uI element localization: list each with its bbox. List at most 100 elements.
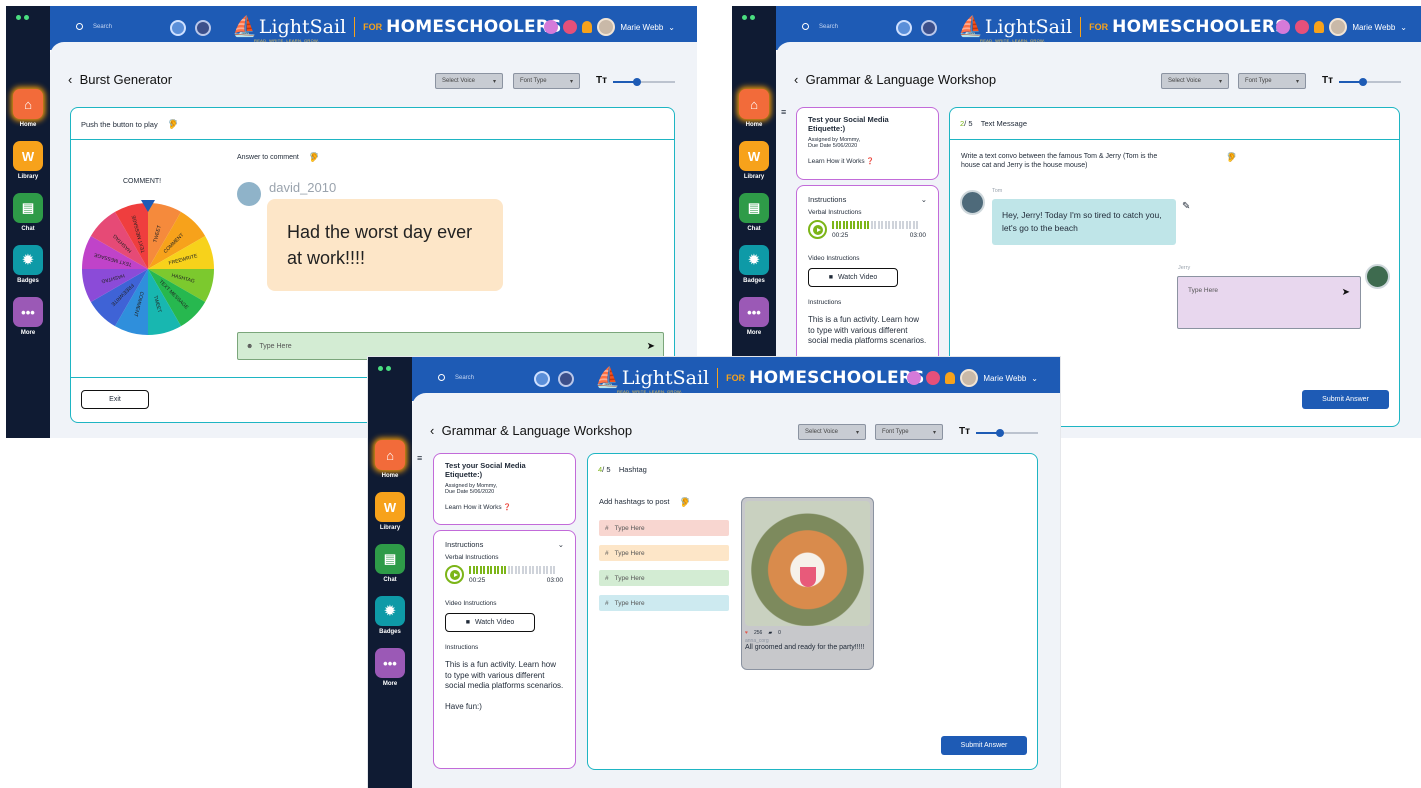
reply-input[interactable]: ☻ Type Here ➤ (237, 332, 664, 360)
book-icon[interactable] (907, 371, 922, 385)
menu-icon[interactable] (921, 20, 937, 36)
globe-icon[interactable] (170, 20, 186, 36)
text-size-slider[interactable] (613, 78, 675, 86)
chat-icon: ▤ (375, 544, 405, 574)
heart-icon[interactable]: ♥ (745, 630, 748, 636)
submit-answer-button[interactable]: Submit Answer (941, 736, 1027, 755)
ear-icon[interactable]: 🦻 (679, 497, 690, 508)
nav-badges[interactable]: ✹ Badges (373, 596, 407, 635)
audio-waveform[interactable] (832, 220, 926, 229)
nav-more[interactable]: ••• More (11, 297, 45, 336)
hashtag-input[interactable]: # Type Here (599, 520, 729, 536)
page-title-text: Grammar & Language Workshop (805, 72, 997, 87)
search-input[interactable]: Search (802, 23, 838, 30)
audio-waveform[interactable] (469, 565, 563, 574)
send-icon[interactable]: ➤ (647, 341, 655, 352)
stats-icon[interactable] (563, 20, 578, 34)
instructions-toggle[interactable]: Instructions ⌄ (808, 195, 927, 204)
select-voice-dropdown[interactable]: Select Voice ▾ (1161, 73, 1229, 89)
book-icon[interactable] (1276, 20, 1291, 34)
bell-icon[interactable] (1314, 21, 1325, 33)
nav-chat[interactable]: ▤ Chat (373, 544, 407, 583)
collapse-icon[interactable]: ≡ (781, 107, 786, 117)
slider-knob[interactable] (1359, 78, 1367, 86)
user-menu[interactable]: Marie Webb ⌄ (907, 369, 1038, 387)
nav-badges[interactable]: ✹ Badges (737, 245, 771, 284)
nav-home[interactable]: ⌂ Home (11, 89, 45, 128)
learn-link[interactable]: Learn How it Works ❓ (445, 503, 564, 511)
instructions-toggle[interactable]: Instructions ⌄ (445, 540, 564, 549)
learn-link[interactable]: Learn How it Works ❓ (808, 157, 927, 165)
reply-input[interactable]: Type Here ➤ (1177, 276, 1361, 329)
book-icon[interactable] (544, 20, 559, 34)
verbal-label: Verbal Instructions (445, 554, 499, 561)
user-menu[interactable]: Marie Webb ⌄ (1276, 18, 1407, 36)
nav-more[interactable]: ••• More (737, 297, 771, 336)
slider-knob[interactable] (996, 429, 1004, 437)
avatar[interactable] (960, 369, 979, 387)
slider-knob[interactable] (633, 78, 641, 86)
sender-name: Tom (992, 188, 1003, 194)
nav-library[interactable]: W Library (737, 141, 771, 180)
font-type-dropdown[interactable]: Font Type ▾ (1238, 73, 1306, 89)
nav-library[interactable]: W Library (373, 492, 407, 531)
select-voice-dropdown[interactable]: Select Voice ▾ (435, 73, 503, 89)
menu-icon[interactable] (558, 371, 574, 387)
search-input[interactable]: Search (76, 23, 112, 30)
nav-more[interactable]: ••• More (373, 648, 407, 687)
like-count: 256 (753, 630, 763, 636)
chevron-down-icon: ▾ (1295, 78, 1299, 85)
search-icon (802, 23, 809, 30)
ear-icon[interactable]: 🦻 (309, 152, 320, 163)
spin-wheel[interactable]: TWEET COMMENTFREEWRITEHASHTAGTEXT MESSAGE… (79, 200, 217, 338)
collapse-icon[interactable]: ≡ (417, 453, 422, 463)
brand-name: LightSail (984, 15, 1073, 38)
font-type-dropdown[interactable]: Font Type ▾ (875, 424, 943, 440)
play-icon[interactable] (808, 220, 827, 239)
nav-chat[interactable]: ▤ Chat (737, 193, 771, 232)
window-dots (16, 15, 29, 20)
watch-video-button[interactable]: ■ Watch Video (445, 613, 535, 632)
select-voice-label: Select Voice (1168, 78, 1202, 84)
chevron-down-icon: ⌄ (557, 540, 564, 549)
play-icon[interactable] (445, 565, 464, 584)
hashtag-input[interactable]: # Type Here (599, 545, 729, 561)
stats-icon[interactable] (926, 371, 941, 385)
send-icon[interactable]: ➤ (1342, 287, 1350, 318)
bell-icon[interactable] (582, 21, 593, 33)
submit-answer-button[interactable]: Submit Answer (1302, 390, 1389, 409)
back-icon[interactable]: ‹ (68, 72, 72, 87)
search-input[interactable]: Search (438, 374, 474, 381)
text-size-icon: Tт (1322, 75, 1334, 86)
nav-home[interactable]: ⌂ Home (737, 89, 771, 128)
pencil-icon[interactable]: ✎ (1182, 201, 1190, 212)
back-icon[interactable]: ‹ (430, 423, 434, 438)
exit-button[interactable]: Exit (81, 390, 149, 409)
nav-home[interactable]: ⌂ Home (373, 440, 407, 479)
emoji-icon[interactable]: ☻ (246, 343, 253, 350)
reply-placeholder: Type Here (1188, 287, 1218, 294)
hashtag-input[interactable]: # Type Here (599, 595, 729, 611)
chevron-down-icon: ▾ (1218, 78, 1222, 85)
ear-icon[interactable]: 🦻 (168, 119, 179, 130)
comment-icon[interactable]: ▰ (768, 630, 772, 636)
avatar[interactable] (597, 18, 616, 36)
nav-badges[interactable]: ✹ Badges (11, 245, 45, 284)
nav-chat[interactable]: ▤ Chat (11, 193, 45, 232)
bell-icon[interactable] (945, 372, 956, 384)
globe-icon[interactable] (534, 371, 550, 387)
menu-icon[interactable] (195, 20, 211, 36)
stats-icon[interactable] (1295, 20, 1310, 34)
user-menu[interactable]: Marie Webb ⌄ (544, 18, 675, 36)
nav-library[interactable]: W Library (11, 141, 45, 180)
back-icon[interactable]: ‹ (794, 72, 798, 87)
hashtag-input[interactable]: # Type Here (599, 570, 729, 586)
select-voice-dropdown[interactable]: Select Voice ▾ (798, 424, 866, 440)
ear-icon[interactable]: 🦻 (1226, 152, 1237, 163)
font-type-dropdown[interactable]: Font Type ▾ (513, 73, 580, 89)
text-size-slider[interactable] (1339, 78, 1401, 86)
watch-video-button[interactable]: ■ Watch Video (808, 268, 898, 287)
globe-icon[interactable] (896, 20, 912, 36)
avatar[interactable] (1329, 18, 1348, 36)
text-size-slider[interactable] (976, 429, 1038, 437)
